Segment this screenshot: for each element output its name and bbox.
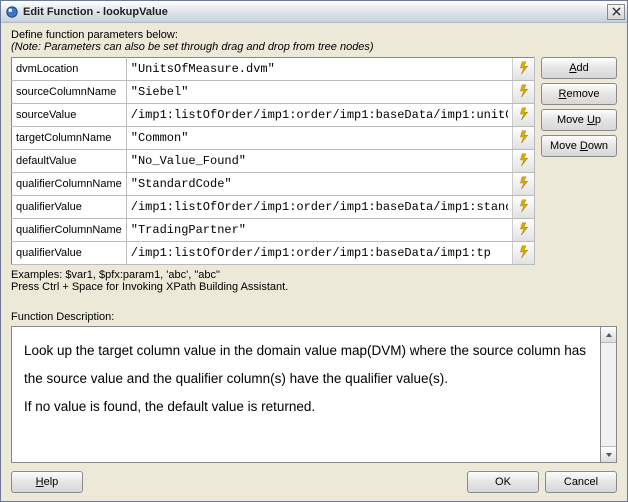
examples-hint: Examples: $var1, $pfx:param1, 'abc', "ab…: [11, 269, 617, 281]
param-value-input[interactable]: [127, 81, 512, 103]
xpath-picker-button[interactable]: [512, 150, 534, 172]
scroll-down-arrow[interactable]: [601, 446, 616, 462]
param-name[interactable]: defaultValue: [12, 150, 127, 173]
side-buttons: Add Remove Move Up Move Down: [541, 57, 617, 157]
window-title: Edit Function - lookupValue: [23, 6, 607, 18]
dialog-window: Edit Function - lookupValue Define funct…: [0, 0, 628, 502]
scroll-up-arrow[interactable]: [601, 327, 616, 343]
param-value-cell: [126, 196, 534, 219]
move-up-button[interactable]: Move Up: [541, 109, 617, 131]
param-value-input[interactable]: [127, 150, 512, 172]
param-value-cell: [126, 58, 534, 81]
param-value-input[interactable]: [127, 196, 512, 218]
flashlight-icon: [517, 222, 531, 239]
param-value-cell: [126, 242, 534, 265]
param-value-cell: [126, 219, 534, 242]
flashlight-icon: [517, 153, 531, 170]
titlebar: Edit Function - lookupValue: [1, 1, 627, 23]
flashlight-icon: [517, 199, 531, 216]
add-button[interactable]: Add: [541, 57, 617, 79]
intro-line1: Define function parameters below:: [11, 29, 617, 41]
flashlight-icon: [517, 130, 531, 147]
param-name[interactable]: dvmLocation: [12, 58, 127, 81]
param-name[interactable]: qualifierValue: [12, 242, 127, 265]
remove-button[interactable]: Remove: [541, 83, 617, 105]
param-name[interactable]: sourceColumnName: [12, 81, 127, 104]
flashlight-icon: [517, 245, 531, 262]
param-row: sourceValue: [12, 104, 535, 127]
param-row: targetColumnName: [12, 127, 535, 150]
xpath-picker-button[interactable]: [512, 219, 534, 241]
description-scrollbar[interactable]: [601, 326, 617, 463]
xpath-picker-button[interactable]: [512, 81, 534, 103]
close-button[interactable]: [607, 4, 625, 20]
parameter-table: dvmLocationsourceColumnNamesourceValueta…: [11, 57, 535, 265]
chevron-down-icon: [605, 451, 613, 459]
xpath-picker-button[interactable]: [512, 127, 534, 149]
flashlight-icon: [517, 84, 531, 101]
param-name[interactable]: targetColumnName: [12, 127, 127, 150]
param-row: qualifierColumnName: [12, 219, 535, 242]
param-row: dvmLocation: [12, 58, 535, 81]
param-name[interactable]: sourceValue: [12, 104, 127, 127]
ctrl-space-hint: Press Ctrl + Space for Invoking XPath Bu…: [11, 281, 617, 293]
close-icon: [612, 7, 621, 16]
parameter-area: dvmLocationsourceColumnNamesourceValueta…: [11, 57, 617, 265]
xpath-picker-button[interactable]: [512, 196, 534, 218]
param-value-cell: [126, 104, 534, 127]
param-row: defaultValue: [12, 150, 535, 173]
cancel-button[interactable]: Cancel: [545, 471, 617, 493]
param-row: qualifierColumnName: [12, 173, 535, 196]
param-name[interactable]: qualifierValue: [12, 196, 127, 219]
flashlight-icon: [517, 107, 531, 124]
app-icon: [5, 5, 19, 19]
param-value-input[interactable]: [127, 173, 512, 195]
flashlight-icon: [517, 176, 531, 193]
param-value-input[interactable]: [127, 219, 512, 241]
flashlight-icon: [517, 61, 531, 78]
param-row: qualifierValue: [12, 242, 535, 265]
xpath-picker-button[interactable]: [512, 104, 534, 126]
param-value-input[interactable]: [127, 58, 512, 80]
content-area: Define function parameters below: (Note:…: [1, 23, 627, 501]
intro-line2: (Note: Parameters can also be set throug…: [11, 41, 617, 53]
param-value-cell: [126, 81, 534, 104]
param-value-input[interactable]: [127, 242, 512, 264]
description-wrap: Look up the target column value in the d…: [11, 326, 617, 463]
ok-button[interactable]: OK: [467, 471, 539, 493]
description-label: Function Description:: [11, 311, 617, 323]
param-value-cell: [126, 127, 534, 150]
param-row: sourceColumnName: [12, 81, 535, 104]
xpath-picker-button[interactable]: [512, 242, 534, 264]
param-value-cell: [126, 173, 534, 196]
param-row: qualifierValue: [12, 196, 535, 219]
chevron-up-icon: [605, 331, 613, 339]
param-name[interactable]: qualifierColumnName: [12, 219, 127, 242]
param-value-input[interactable]: [127, 127, 512, 149]
param-name[interactable]: qualifierColumnName: [12, 173, 127, 196]
help-button[interactable]: Help: [11, 471, 83, 493]
param-value-cell: [126, 150, 534, 173]
param-value-input[interactable]: [127, 104, 512, 126]
xpath-picker-button[interactable]: [512, 58, 534, 80]
move-down-button[interactable]: Move Down: [541, 135, 617, 157]
xpath-picker-button[interactable]: [512, 173, 534, 195]
description-text: Look up the target column value in the d…: [11, 326, 601, 463]
dialog-footer: Help OK Cancel: [11, 463, 617, 493]
